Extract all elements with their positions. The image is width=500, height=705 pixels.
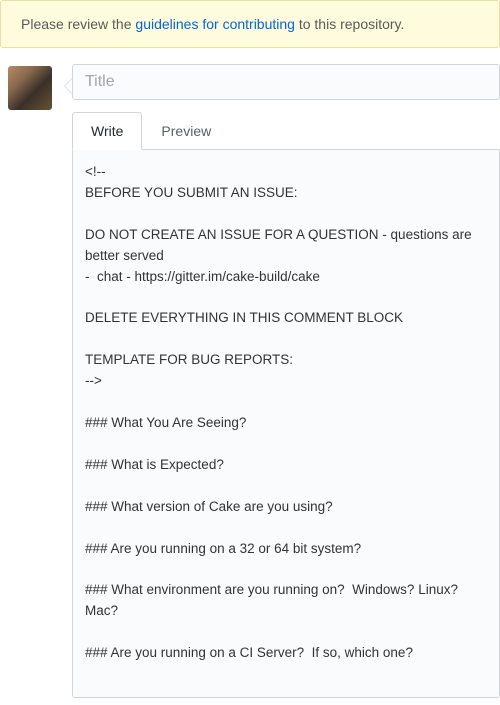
issue-body-textarea[interactable] — [85, 162, 487, 682]
tab-write[interactable]: Write — [72, 112, 142, 150]
contributing-notice: Please review the guidelines for contrib… — [0, 0, 500, 48]
compose-row: Write Preview — [0, 64, 500, 698]
notice-prefix: Please review the — [21, 16, 135, 32]
guidelines-link[interactable]: guidelines for contributing — [135, 16, 295, 32]
speech-arrow-icon — [64, 78, 72, 94]
notice-suffix: to this repository. — [295, 16, 404, 32]
issue-title-input[interactable] — [72, 64, 500, 100]
editor-tabs: Write Preview — [72, 112, 500, 150]
compose-area: Write Preview — [72, 64, 500, 698]
tab-preview[interactable]: Preview — [142, 112, 230, 149]
avatar[interactable] — [8, 66, 52, 110]
editor-body — [72, 150, 500, 698]
